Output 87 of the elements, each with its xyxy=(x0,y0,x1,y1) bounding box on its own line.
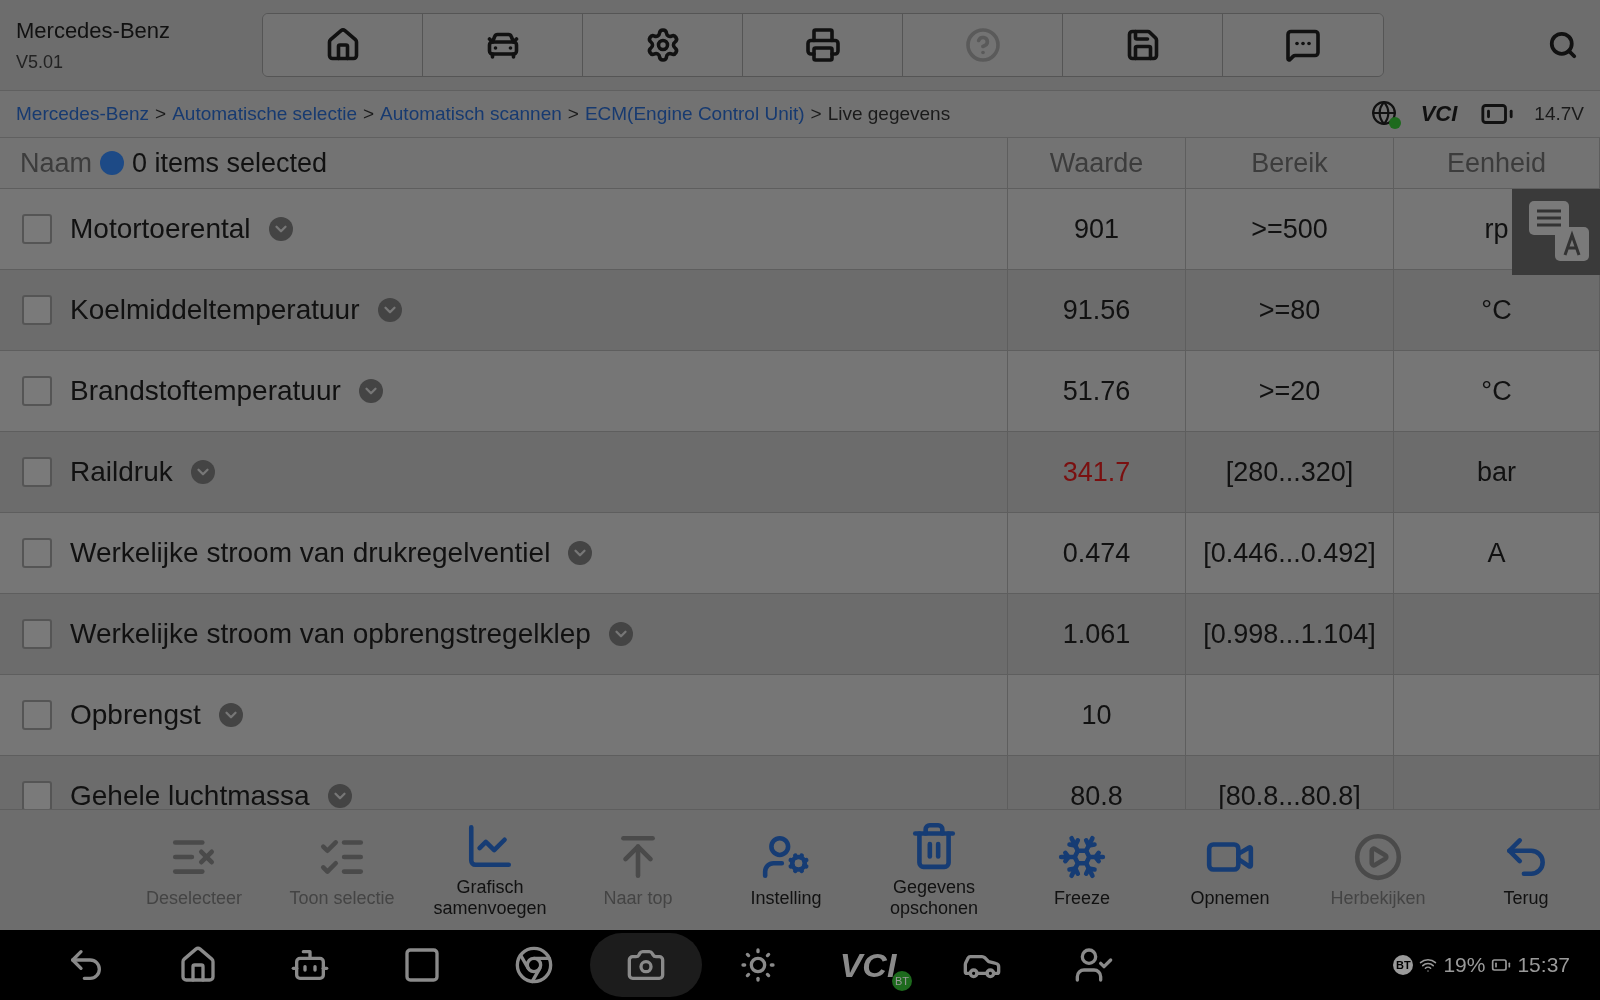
chat-icon xyxy=(1285,27,1321,63)
toolbar-button[interactable]: Terug xyxy=(1452,830,1600,910)
column-header-text: Naam xyxy=(20,147,93,179)
toolbar-button[interactable]: Freeze xyxy=(1008,830,1156,910)
info-dot-icon xyxy=(100,151,125,175)
value-cell: 1.061 xyxy=(1008,594,1186,674)
clock: 15:37 xyxy=(1517,953,1570,977)
app-title: Mercedes-Benz xyxy=(16,17,172,44)
breadcrumb-link[interactable]: Automatische selectie xyxy=(172,103,357,125)
breadcrumb-separator: > xyxy=(810,103,822,125)
row-checkbox[interactable] xyxy=(22,700,52,730)
parameter-name: Opbrengst xyxy=(70,699,201,731)
battery-percent: 19% xyxy=(1443,953,1486,977)
dropdown-icon[interactable] xyxy=(377,298,402,322)
printer-icon xyxy=(804,27,841,63)
search-icon xyxy=(1548,30,1578,60)
column-header: Bereik xyxy=(1186,138,1394,189)
parameter-name: Koelmiddeltemperatuur xyxy=(70,294,360,326)
column-header: Eenheid xyxy=(1394,138,1600,189)
column-header: Waarde xyxy=(1008,138,1186,189)
settings-button[interactable] xyxy=(583,14,743,76)
dropdown-icon[interactable] xyxy=(608,622,633,646)
row-checkbox[interactable] xyxy=(22,376,52,406)
dropdown-icon[interactable] xyxy=(568,541,593,565)
home-icon xyxy=(178,945,218,985)
row-checkbox[interactable] xyxy=(22,781,52,809)
breadcrumb-current: Live gegevens xyxy=(827,103,951,125)
range-cell: >=80 xyxy=(1186,270,1394,350)
dropdown-icon[interactable] xyxy=(327,784,352,808)
translate-button[interactable] xyxy=(1512,189,1600,275)
row-checkbox[interactable] xyxy=(22,295,52,325)
browser-icon xyxy=(514,945,554,985)
range-cell: [0.998...1.104] xyxy=(1186,594,1394,674)
parameter-name: Motortoerental xyxy=(70,213,251,245)
value-cell: 341.7 xyxy=(1008,432,1186,512)
play-icon xyxy=(1353,831,1403,882)
parameter-name: Werkelijke stroom van opbrengstregelklep xyxy=(70,618,591,650)
dropdown-icon[interactable] xyxy=(218,703,243,727)
user-icon xyxy=(1074,945,1114,985)
row-checkbox[interactable] xyxy=(22,457,52,487)
wifi-icon xyxy=(1419,956,1438,974)
unit-cell: °C xyxy=(1394,351,1600,431)
range-cell: [0.446...0.492] xyxy=(1186,513,1394,593)
row-checkbox[interactable] xyxy=(22,538,52,568)
bluetooth-status: BT xyxy=(1393,955,1414,975)
dropdown-icon[interactable] xyxy=(190,460,215,484)
value-cell: 51.76 xyxy=(1008,351,1186,431)
range-cell: [280...320] xyxy=(1186,432,1394,512)
breadcrumb-link[interactable]: Automatisch scannen xyxy=(380,103,562,125)
dropdown-icon[interactable] xyxy=(268,217,293,241)
breadcrumb-link[interactable]: Mercedes-Benz xyxy=(16,103,150,125)
voltage-reading: 14.7V xyxy=(1534,103,1584,125)
save-button[interactable] xyxy=(1063,14,1223,76)
help-icon xyxy=(964,27,1001,63)
parameter-name: Brandstoftemperatuur xyxy=(70,375,341,407)
home-button[interactable] xyxy=(263,14,423,76)
app-version: V5.01 xyxy=(16,51,65,73)
translate-icon xyxy=(1529,201,1589,261)
chat-button[interactable] xyxy=(1223,14,1383,76)
toolbar-button[interactable]: Opnemen xyxy=(1156,830,1304,910)
printer-button[interactable] xyxy=(743,14,903,76)
car-button[interactable] xyxy=(423,14,583,76)
range-cell: >=20 xyxy=(1186,351,1394,431)
value-cell: 91.56 xyxy=(1008,270,1186,350)
value-cell: 10 xyxy=(1008,675,1186,755)
toolbar-button[interactable]: Grafisch samenvoegen xyxy=(416,820,564,920)
unit-cell: A xyxy=(1394,513,1600,593)
range-cell: >=500 xyxy=(1186,189,1394,269)
toolbar-button[interactable]: Instelling xyxy=(712,830,860,910)
toolbar-button[interactable]: Gegevens opschonen xyxy=(860,820,1008,920)
globe-icon xyxy=(1370,99,1401,129)
dropdown-icon[interactable] xyxy=(358,379,383,403)
breadcrumb-separator: > xyxy=(363,103,375,125)
value-cell: 0.474 xyxy=(1008,513,1186,593)
unit-cell: bar xyxy=(1394,432,1600,512)
selection-count: 0 items selected xyxy=(132,147,328,179)
vci-status: VCI xyxy=(1420,101,1459,127)
recents-icon xyxy=(402,945,442,985)
breadcrumb-link[interactable]: ECM(Engine Control Unit) xyxy=(584,103,805,125)
parameter-name: Werkelijke stroom van drukregelventiel xyxy=(70,537,551,569)
row-checkbox[interactable] xyxy=(22,214,52,244)
parameter-name: Gehele luchtmassa xyxy=(70,780,310,809)
breadcrumb-separator: > xyxy=(155,103,167,125)
breadcrumb-separator: > xyxy=(567,103,579,125)
value-cell: 901 xyxy=(1008,189,1186,269)
parameter-name: Raildruk xyxy=(70,456,173,488)
row-checkbox[interactable] xyxy=(22,619,52,649)
